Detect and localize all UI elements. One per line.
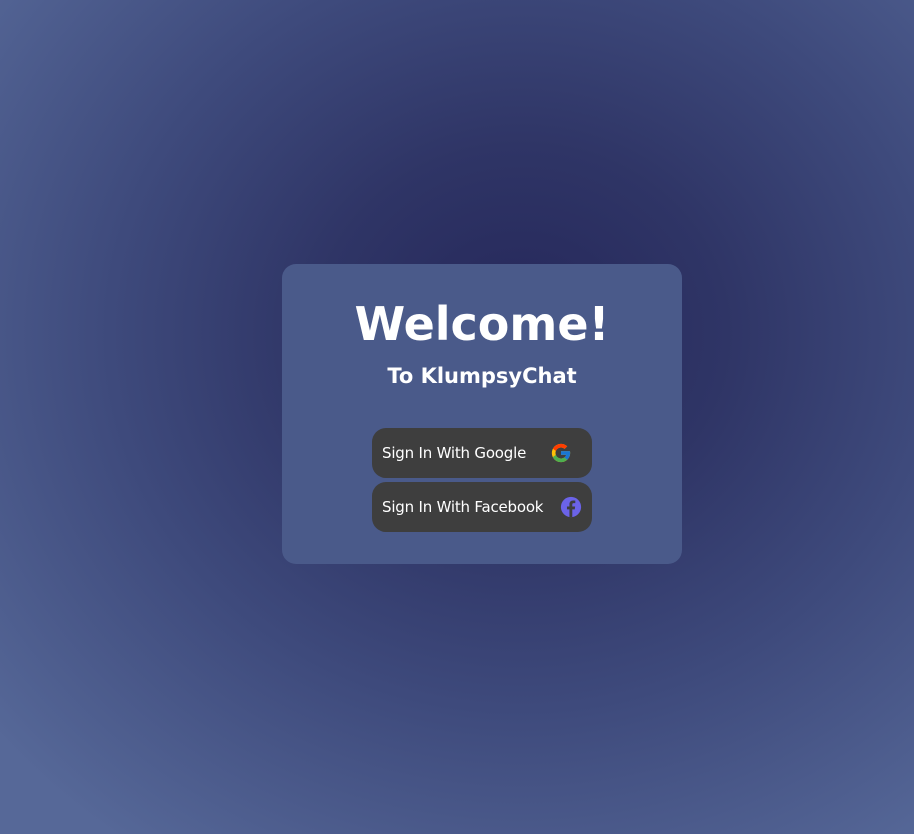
login-card: Welcome! To KlumpsyChat Sign In With Goo… [282, 264, 682, 564]
facebook-icon [560, 496, 582, 518]
app-subtitle: To KlumpsyChat [387, 364, 577, 388]
sign-in-google-button[interactable]: Sign In With Google [372, 428, 592, 478]
sign-in-facebook-label: Sign In With Facebook [382, 498, 544, 516]
sign-in-google-label: Sign In With Google [382, 444, 527, 462]
welcome-title: Welcome! [354, 297, 610, 351]
google-icon [550, 442, 572, 464]
sign-in-facebook-button[interactable]: Sign In With Facebook [372, 482, 592, 532]
